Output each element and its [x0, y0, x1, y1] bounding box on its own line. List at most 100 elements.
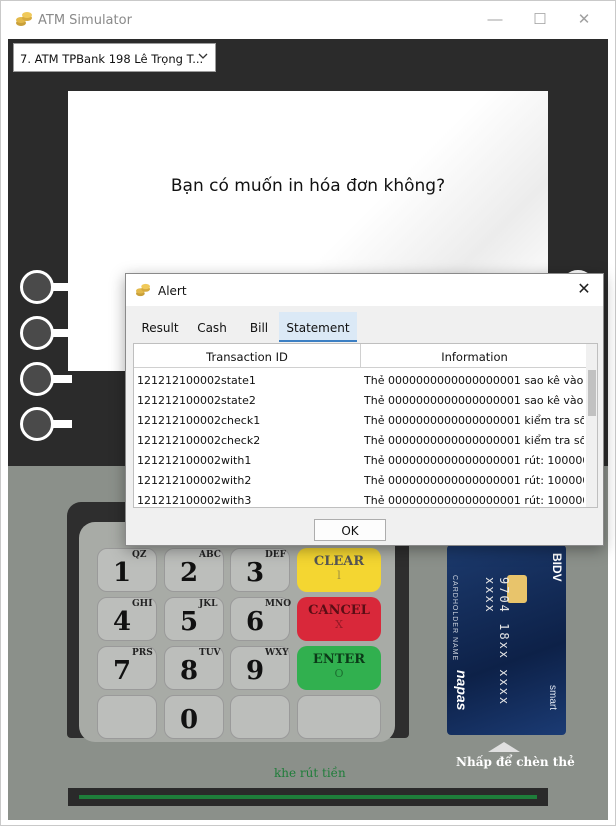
tab-cash[interactable]: Cash	[187, 312, 237, 342]
side-button-connector	[52, 283, 72, 291]
clear-key-hint: l	[337, 569, 341, 582]
coins-icon	[16, 12, 32, 26]
column-header-transaction-id[interactable]: Transaction ID	[134, 344, 361, 368]
key-5[interactable]: 5 JKL	[164, 597, 224, 641]
key-digit: 1	[113, 558, 132, 588]
key-letters: WXY	[265, 648, 289, 658]
atm-card[interactable]: BIDV 9704 18xx xxxx xxxx CARDHOLDER NAME…	[447, 545, 566, 735]
table-row[interactable]: 121212100002check2 Thẻ 000000000000000000…	[134, 430, 586, 450]
cash-slot-label: khe rút tiền	[274, 766, 346, 780]
key-3[interactable]: 3 DEF	[230, 548, 290, 592]
key-blank-right[interactable]	[230, 695, 290, 739]
screen-question: Bạn có muốn in hóa đơn không?	[170, 176, 446, 196]
key-letters: JKL	[199, 599, 218, 609]
chevron-down-icon	[198, 53, 208, 59]
arrow-up-icon	[488, 742, 520, 752]
side-button-connector	[52, 329, 72, 337]
ok-button[interactable]: OK	[314, 519, 386, 541]
cell-transaction-id: 121212100002with1	[137, 454, 252, 467]
cell-information: Thẻ 0000000000000000001 kiểm tra số d...	[364, 414, 584, 427]
key-letters: PRS	[132, 648, 153, 658]
maximize-button[interactable]: ☐	[529, 9, 551, 31]
tab-result[interactable]: Result	[135, 312, 185, 342]
cash-slot-light	[79, 795, 537, 799]
cell-information: Thẻ 0000000000000000001 sao kê vào lú...	[364, 394, 584, 407]
coins-icon	[136, 283, 150, 297]
key-7[interactable]: 7 PRS	[97, 646, 157, 690]
key-digit: 6	[246, 607, 265, 637]
key-digit: 3	[246, 558, 265, 588]
table-row[interactable]: 121212100002check1 Thẻ 000000000000000000…	[134, 410, 586, 430]
alert-close-button[interactable]: ✕	[573, 279, 595, 301]
title-bar: ATM Simulator — ☐ ✕	[1, 1, 615, 39]
key-1[interactable]: 1 QZ	[97, 548, 157, 592]
table-row[interactable]: 121212100002with3 Thẻ 0000000000000000001…	[134, 490, 586, 507]
cell-transaction-id: 121212100002check1	[137, 414, 261, 427]
statement-grid: Transaction ID Information 121212100002s…	[133, 343, 598, 508]
alert-title-bar: Alert ✕	[126, 274, 603, 306]
tab-bill[interactable]: Bill	[239, 312, 279, 342]
card-number: 9704 18xx xxxx xxxx	[483, 577, 511, 707]
key-4[interactable]: 4 GHI	[97, 597, 157, 641]
table-row[interactable]: 121212100002with1 Thẻ 0000000000000000001…	[134, 450, 586, 470]
cell-information: Thẻ 0000000000000000001 kiểm tra số d...	[364, 434, 584, 447]
insert-card-label[interactable]: Nhấp để chèn thẻ	[456, 755, 575, 769]
card-product: smart	[547, 685, 558, 710]
key-6[interactable]: 6 MNO	[230, 597, 292, 641]
enter-key-hint: O	[334, 667, 344, 680]
grid-vertical-scrollbar[interactable]	[586, 344, 597, 507]
key-letters: QZ	[132, 550, 147, 560]
key-blank-function[interactable]	[297, 695, 381, 739]
side-button-left-1[interactable]	[20, 270, 54, 304]
atm-selector-dropdown[interactable]: 7. ATM TPBank 198 Lê Trọng T...	[13, 43, 216, 72]
side-button-connector	[52, 375, 72, 383]
close-window-button[interactable]: ✕	[573, 9, 595, 31]
key-digit: 5	[180, 607, 199, 637]
side-button-left-4[interactable]	[20, 407, 54, 441]
key-digit: 0	[180, 705, 199, 735]
alert-title: Alert	[158, 284, 187, 298]
side-button-connector	[52, 420, 72, 428]
key-letters: TUV	[199, 648, 221, 658]
cash-slot	[68, 788, 548, 806]
key-0[interactable]: 0	[164, 695, 224, 739]
cancel-key-hint: X	[335, 618, 343, 631]
table-row[interactable]: 121212100002state2 Thẻ 000000000000000000…	[134, 390, 586, 410]
column-header-information[interactable]: Information	[361, 344, 588, 368]
clear-key[interactable]: CLEAR l	[297, 548, 381, 592]
cancel-key-label: CANCEL	[308, 603, 370, 618]
key-digit: 2	[180, 558, 199, 588]
key-8[interactable]: 8 TUV	[164, 646, 224, 690]
atm-selector-value: 7. ATM TPBank 198 Lê Trọng T...	[20, 52, 204, 66]
key-9[interactable]: 9 WXY	[230, 646, 290, 690]
scrollbar-thumb[interactable]	[588, 370, 596, 416]
key-digit: 8	[180, 656, 199, 686]
key-blank-left[interactable]	[97, 695, 157, 739]
cell-information: Thẻ 0000000000000000001 rút: 100000 V...	[364, 494, 584, 507]
cancel-key[interactable]: CANCEL X	[297, 597, 381, 641]
cell-transaction-id: 121212100002state2	[137, 394, 256, 407]
key-digit: 4	[113, 607, 132, 637]
clear-key-label: CLEAR	[313, 554, 365, 569]
cell-transaction-id: 121212100002with2	[137, 474, 252, 487]
cell-information: Thẻ 0000000000000000001 sao kê vào lú...	[364, 374, 584, 387]
card-bank-name: BIDV	[550, 553, 564, 582]
side-button-left-3[interactable]	[20, 362, 54, 396]
card-network: napas	[454, 670, 470, 711]
table-row[interactable]: 121212100002state1 Thẻ 000000000000000000…	[134, 370, 586, 390]
key-2[interactable]: 2 ABC	[164, 548, 224, 592]
side-button-left-2[interactable]	[20, 316, 54, 350]
alert-dialog: Alert ✕ Result Cash Bill Statement Trans…	[125, 273, 604, 546]
enter-key[interactable]: ENTER O	[297, 646, 381, 690]
cell-transaction-id: 121212100002check2	[137, 434, 261, 447]
key-digit: 9	[246, 656, 265, 686]
minimize-button[interactable]: —	[484, 9, 506, 31]
grid-header: Transaction ID Information	[134, 344, 588, 368]
key-letters: MNO	[265, 599, 292, 609]
cell-transaction-id: 121212100002with3	[137, 494, 252, 507]
table-row[interactable]: 121212100002with2 Thẻ 0000000000000000001…	[134, 470, 586, 490]
key-letters: DEF	[265, 550, 287, 560]
tab-statement[interactable]: Statement	[279, 312, 357, 342]
key-letters: ABC	[199, 550, 221, 560]
cell-information: Thẻ 0000000000000000001 rút: 100000 V...	[364, 454, 584, 467]
